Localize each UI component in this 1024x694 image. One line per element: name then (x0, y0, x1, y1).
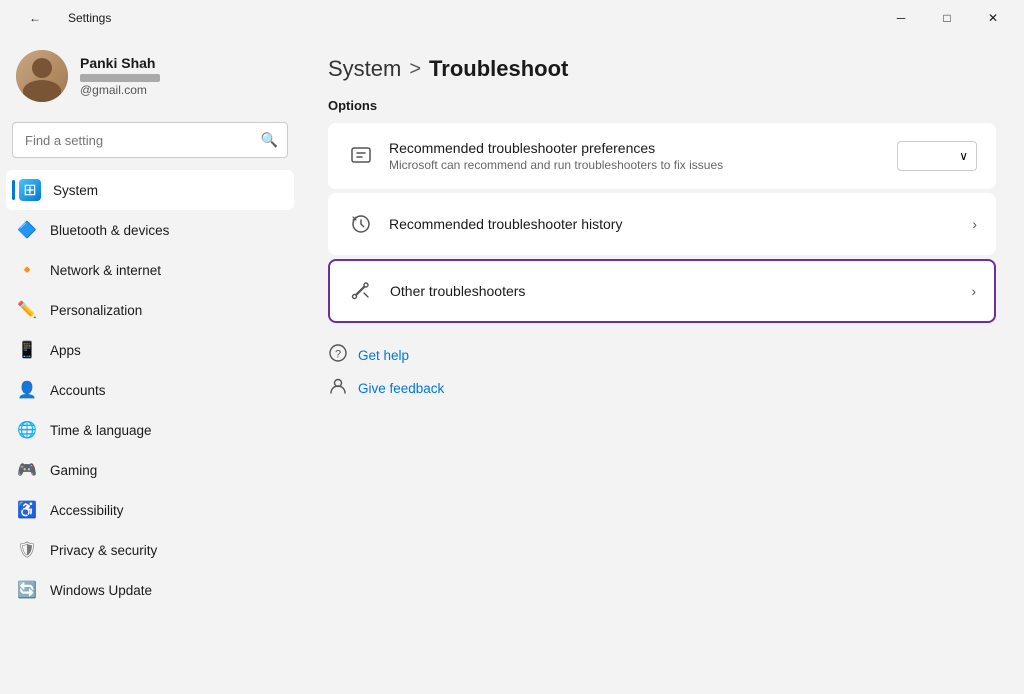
breadcrumb-parent[interactable]: System (328, 56, 401, 82)
user-name: Panki Shah (80, 55, 160, 71)
other-troubleshooters-icon (348, 277, 376, 305)
give-feedback-link[interactable]: Give feedback (328, 376, 996, 401)
accounts-icon: 👤 (16, 379, 38, 401)
sidebar-item-label: Time & language (50, 423, 152, 438)
sidebar-item-label: Network & internet (50, 263, 161, 278)
chevron-down-icon: ∨ (959, 149, 968, 163)
system-icon: ⊞ (19, 179, 41, 201)
maximize-button[interactable]: □ (924, 0, 970, 36)
user-email-bar (80, 74, 160, 82)
user-email: @gmail.com (80, 83, 160, 97)
sidebar-item-accessibility[interactable]: ♿ Accessibility (6, 490, 294, 530)
network-icon: 🔸 (16, 259, 38, 281)
recommended-history-title: Recommended troubleshooter history (389, 216, 972, 232)
back-button[interactable]: ← (12, 0, 58, 36)
titlebar-left: ← Settings (12, 0, 111, 36)
chevron-right-icon: › (971, 283, 976, 299)
search-box: 🔍 (12, 122, 288, 158)
titlebar-controls: ─ □ ✕ (878, 0, 1016, 36)
breadcrumb: System > Troubleshoot (328, 56, 996, 82)
recommended-prefs-dropdown[interactable]: ∨ (897, 141, 977, 171)
help-links: ? Get help Give feedback (328, 343, 996, 401)
bluetooth-icon: 🔷 (16, 219, 38, 241)
give-feedback-icon (328, 376, 348, 401)
sidebar-item-gaming[interactable]: 🎮 Gaming (6, 450, 294, 490)
recommended-prefs-title: Recommended troubleshooter preferences (389, 140, 897, 156)
update-icon: 🔄 (16, 579, 38, 601)
sidebar-item-label: Accounts (50, 383, 106, 398)
svg-text:?: ? (335, 349, 341, 361)
sidebar-item-label: Gaming (50, 463, 97, 478)
avatar-image (16, 50, 68, 102)
personalization-icon: ✏️ (16, 299, 38, 321)
accessibility-icon: ♿ (16, 499, 38, 521)
sidebar-item-personalization[interactable]: ✏️ Personalization (6, 290, 294, 330)
back-icon: ← (29, 11, 41, 25)
other-troubleshooters-title: Other troubleshooters (390, 283, 971, 299)
main-content: System > Troubleshoot Options Recommende… (300, 36, 1024, 694)
avatar (16, 50, 68, 102)
sidebar: Panki Shah @gmail.com 🔍 ⊞ System 🔷 Bluet… (0, 36, 300, 694)
sidebar-item-label: Personalization (50, 303, 142, 318)
sidebar-item-apps[interactable]: 📱 Apps (6, 330, 294, 370)
option-card-recommended-history[interactable]: Recommended troubleshooter history › (328, 193, 996, 255)
privacy-icon: 🛡 (16, 539, 38, 561)
recommended-history-action: › (972, 216, 977, 232)
other-troubleshooters-action: › (971, 283, 976, 299)
sidebar-item-label: Windows Update (50, 583, 152, 598)
recommended-prefs-icon (347, 142, 375, 170)
titlebar-title: Settings (68, 11, 111, 25)
sidebar-item-time[interactable]: 🌐 Time & language (6, 410, 294, 450)
sidebar-item-update[interactable]: 🔄 Windows Update (6, 570, 294, 610)
recommended-prefs-text: Recommended troubleshooter preferences M… (389, 140, 897, 172)
minimize-button[interactable]: ─ (878, 0, 924, 36)
recommended-history-text: Recommended troubleshooter history (389, 216, 972, 232)
recommended-history-icon (347, 210, 375, 238)
sidebar-item-label: Bluetooth & devices (50, 223, 169, 238)
option-card-recommended-prefs[interactable]: Recommended troubleshooter preferences M… (328, 123, 996, 189)
get-help-link[interactable]: ? Get help (328, 343, 996, 368)
apps-icon: 📱 (16, 339, 38, 361)
close-button[interactable]: ✕ (970, 0, 1016, 36)
other-troubleshooters-text: Other troubleshooters (390, 283, 971, 299)
gaming-icon: 🎮 (16, 459, 38, 481)
time-icon: 🌐 (16, 419, 38, 441)
user-profile[interactable]: Panki Shah @gmail.com (0, 36, 300, 118)
sidebar-item-network[interactable]: 🔸 Network & internet (6, 250, 294, 290)
options-label: Options (328, 98, 996, 113)
minimize-icon: ─ (897, 11, 906, 25)
recommended-prefs-subtitle: Microsoft can recommend and run troubles… (389, 158, 897, 172)
sidebar-item-bluetooth[interactable]: 🔷 Bluetooth & devices (6, 210, 294, 250)
sidebar-item-label: System (53, 183, 98, 198)
user-info: Panki Shah @gmail.com (80, 55, 160, 97)
give-feedback-label: Give feedback (358, 381, 444, 396)
get-help-label: Get help (358, 348, 409, 363)
get-help-icon: ? (328, 343, 348, 368)
nav-list: ⊞ System 🔷 Bluetooth & devices 🔸 Network… (0, 166, 300, 614)
sidebar-item-system[interactable]: ⊞ System (6, 170, 294, 210)
maximize-icon: □ (943, 11, 950, 25)
option-card-other-troubleshooters[interactable]: Other troubleshooters › (328, 259, 996, 323)
breadcrumb-current: Troubleshoot (429, 56, 568, 82)
app-container: Panki Shah @gmail.com 🔍 ⊞ System 🔷 Bluet… (0, 36, 1024, 694)
sidebar-item-label: Apps (50, 343, 81, 358)
titlebar: ← Settings ─ □ ✕ (0, 0, 1024, 36)
sidebar-item-label: Accessibility (50, 503, 124, 518)
sidebar-item-accounts[interactable]: 👤 Accounts (6, 370, 294, 410)
chevron-right-icon: › (972, 216, 977, 232)
sidebar-item-label: Privacy & security (50, 543, 157, 558)
sidebar-item-privacy[interactable]: 🛡 Privacy & security (6, 530, 294, 570)
breadcrumb-separator: > (409, 58, 421, 81)
recommended-prefs-action: ∨ (897, 141, 977, 171)
search-input[interactable] (12, 122, 288, 158)
close-icon: ✕ (988, 11, 998, 25)
